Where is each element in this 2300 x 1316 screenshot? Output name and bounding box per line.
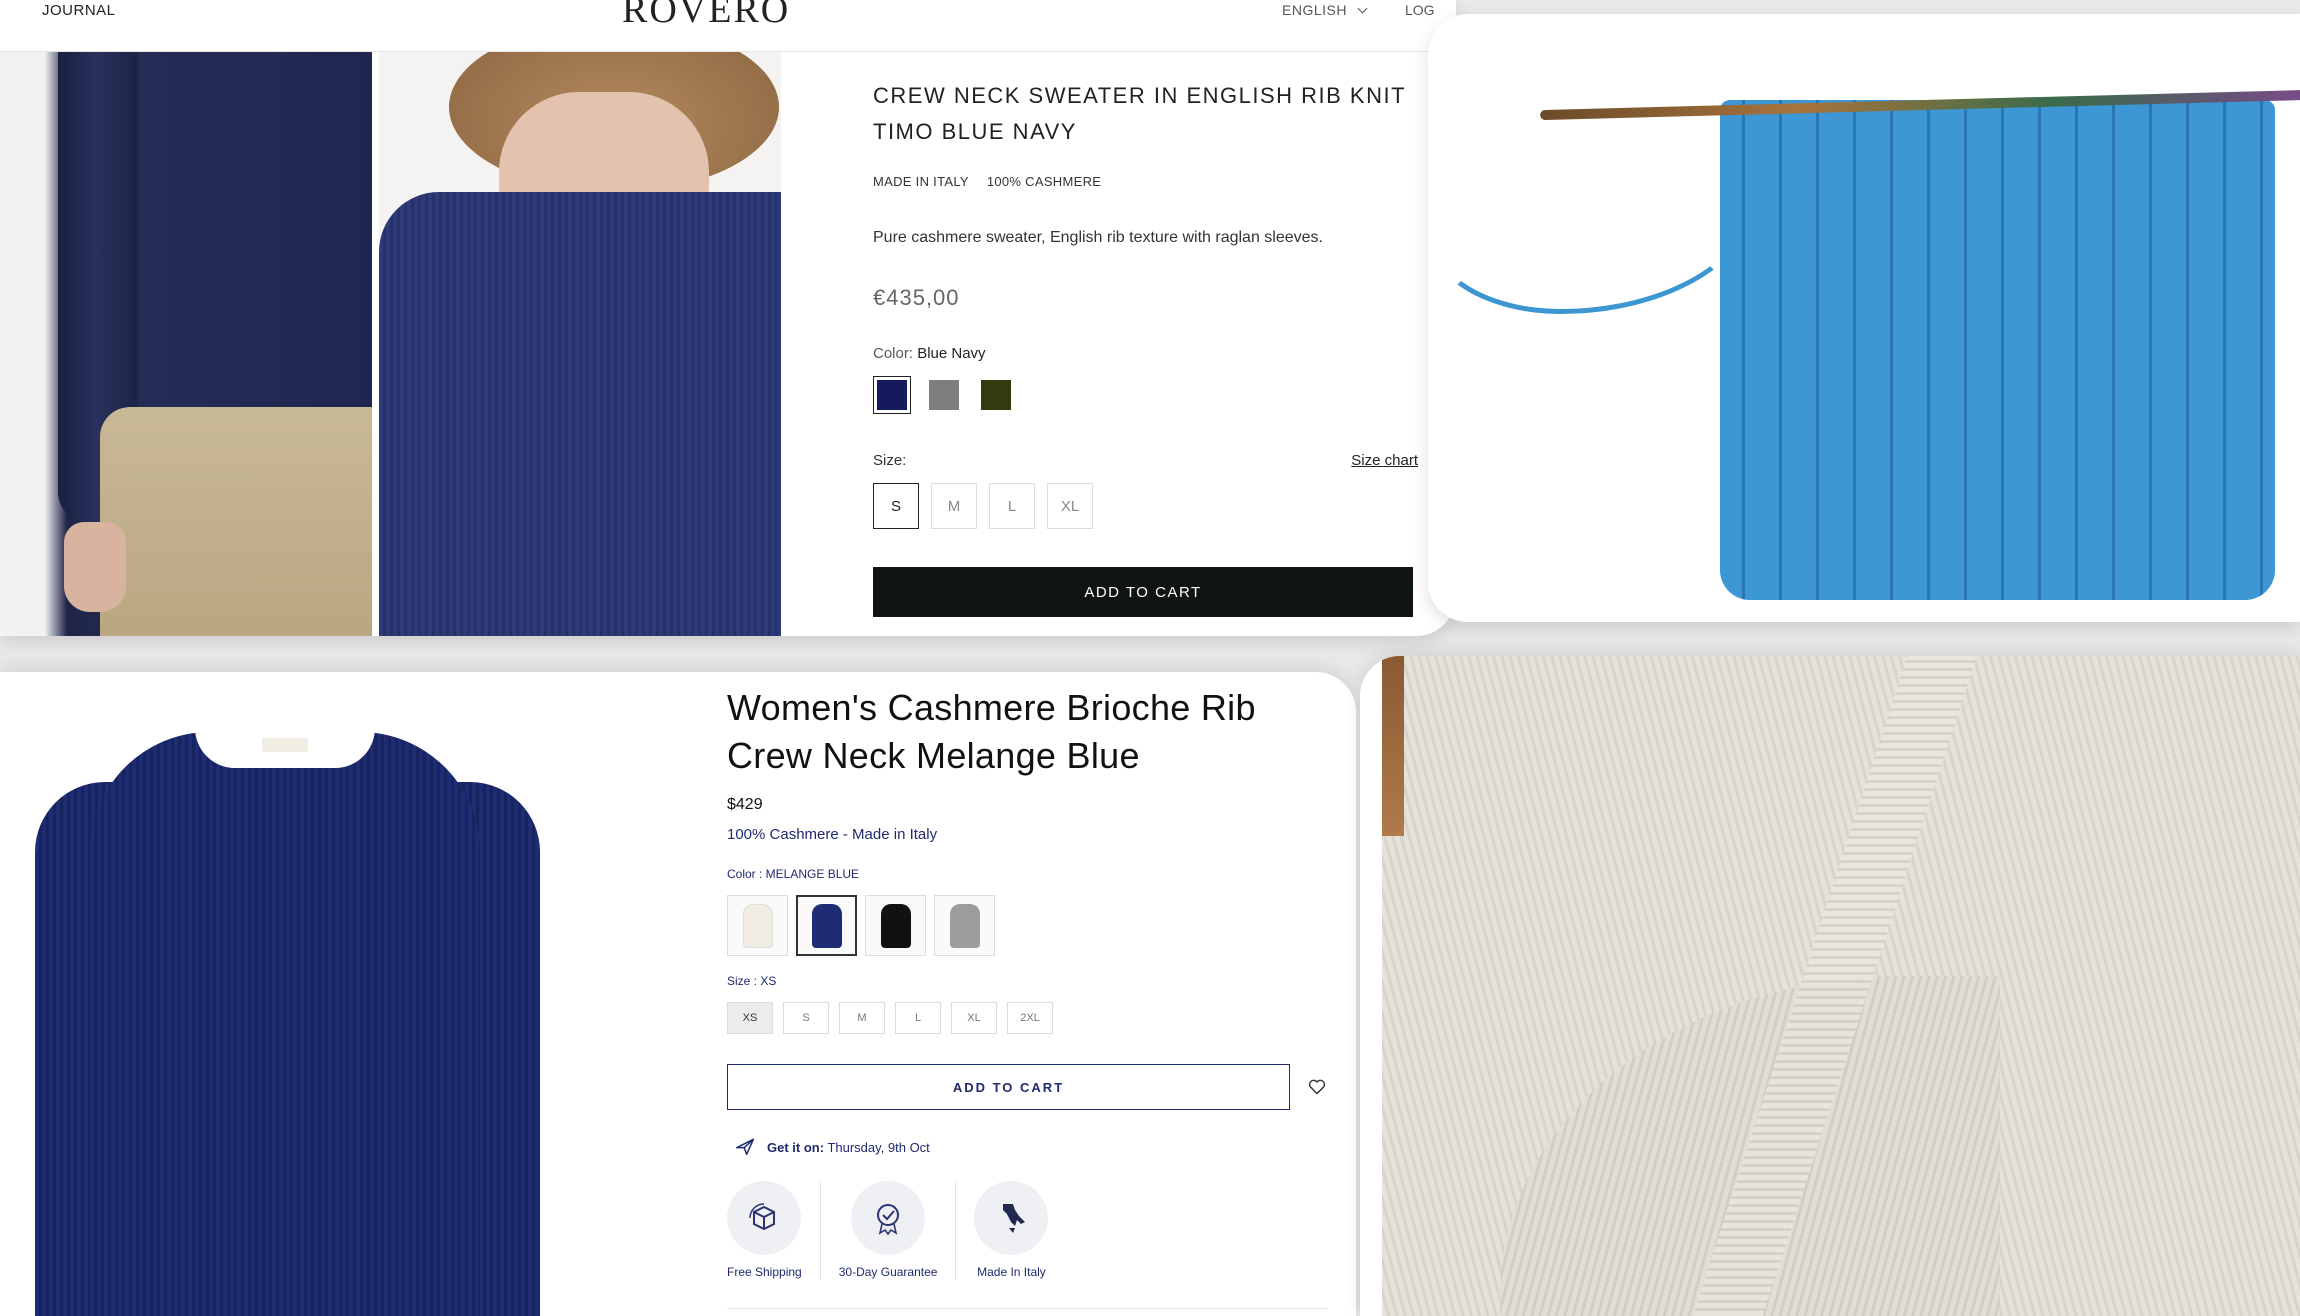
product-price: €435,00 [873, 285, 960, 310]
thumb-grey-sweater [949, 903, 980, 948]
size-l-button[interactable]: L [989, 483, 1035, 529]
brand-logo[interactable]: ROVERO [622, 0, 790, 32]
add-to-cart-button[interactable]: ADD TO CART [727, 1064, 1290, 1110]
swatch-grey[interactable] [925, 376, 963, 414]
color-thumbnails [727, 895, 1327, 956]
photo-hair [1382, 656, 1404, 836]
product-info: CREW NECK SWEATER IN ENGLISH RIB KNIT TI… [873, 78, 1418, 617]
product-photo-torso[interactable] [0, 52, 372, 636]
swatch-olive[interactable] [977, 376, 1015, 414]
size-m-button[interactable]: M [839, 1002, 885, 1034]
swatch-grey-fill [929, 380, 959, 410]
size-xs-button[interactable]: XS [727, 1002, 773, 1034]
photo-sweater [379, 192, 781, 636]
language-selector[interactable]: ENGLISH [1282, 2, 1368, 18]
cart-row: ADD TO CART [727, 1064, 1327, 1110]
badge-made-in-italy: Made In Italy [955, 1181, 1066, 1279]
airplane-icon [735, 1136, 755, 1159]
size-2xl-button[interactable]: 2XL [1007, 1002, 1053, 1034]
badge-label: Free Shipping [727, 1265, 802, 1279]
size-xl-button[interactable]: XL [951, 1002, 997, 1034]
product-subtitle: 100% Cashmere - Made in Italy [727, 826, 938, 843]
size-options: XS S M L XL 2XL [727, 1002, 1327, 1034]
language-label: ENGLISH [1282, 2, 1347, 18]
login-link[interactable]: LOG [1405, 2, 1435, 18]
italy-map-icon [974, 1181, 1049, 1255]
tag-cashmere: 100% CASHMERE [986, 174, 1102, 189]
photo-pants [100, 407, 372, 636]
photo-sweater-body [90, 732, 480, 1316]
brioche-product-card: Women's Cashmere Brioche Rib Crew Neck M… [0, 672, 1356, 1316]
site-header: JOURNAL ROVERO ENGLISH LOG [0, 0, 1456, 52]
product-title-line1: CREW NECK SWEATER IN ENGLISH RIB KNIT [873, 83, 1407, 108]
swatch-navy[interactable] [873, 376, 911, 414]
delivery-date: Thursday, 9th Oct [827, 1140, 930, 1155]
product-photo-model[interactable] [379, 52, 781, 636]
thumb-grey[interactable] [934, 895, 995, 956]
badge-free-shipping: Free Shipping [727, 1181, 820, 1279]
color-value: Blue Navy [917, 345, 986, 362]
badge-label: 30-Day Guarantee [838, 1265, 938, 1279]
product-tags: MADE IN ITALY 100% CASHMERE [873, 174, 1418, 189]
color-label: Color: Blue Navy [873, 345, 1418, 362]
nav-journal-link[interactable]: JOURNAL [42, 2, 116, 19]
delivery-text: Get it on: Thursday, 9th Oct [767, 1140, 930, 1155]
thumb-ivory[interactable] [727, 895, 788, 956]
product-price: $429 [727, 796, 763, 813]
color-label-text: Color: [873, 345, 914, 362]
size-s-button[interactable]: S [783, 1002, 829, 1034]
knit-rib-swatch [1720, 100, 2275, 600]
delivery-label: Get it on: [767, 1140, 825, 1155]
size-chart-link[interactable]: Size chart [1351, 452, 1418, 469]
product-title-line2: TIMO BLUE NAVY [873, 119, 1077, 144]
heart-icon[interactable] [1308, 1077, 1327, 1097]
divider [727, 1308, 1327, 1309]
product-title: CREW NECK SWEATER IN ENGLISH RIB KNIT TI… [873, 78, 1418, 150]
swatch-olive-fill [981, 380, 1011, 410]
color-swatches [873, 376, 1418, 414]
delivery-estimate: Get it on: Thursday, 9th Oct [727, 1136, 1327, 1159]
chevron-down-icon [1357, 3, 1368, 14]
product-description: Pure cashmere sweater, English rib textu… [873, 229, 1323, 246]
size-label: Size: [873, 452, 907, 469]
thumb-melange-blue[interactable] [796, 895, 857, 956]
color-label: Color : MELANGE BLUE [727, 867, 860, 881]
thumb-black[interactable] [865, 895, 926, 956]
badge-guarantee: 30-Day Guarantee [819, 1181, 956, 1279]
size-s-button[interactable]: S [873, 483, 919, 529]
photo-hand [64, 522, 126, 612]
thumb-ivory-sweater [742, 903, 773, 948]
tag-made-in-italy: MADE IN ITALY [873, 174, 969, 189]
thumb-blue-sweater [811, 903, 842, 948]
photo-neck-label [262, 738, 308, 752]
size-row: Size: Size chart [873, 452, 1418, 469]
size-l-button[interactable]: L [895, 1002, 941, 1034]
yarn-strand [1428, 114, 1758, 314]
size-m-button[interactable]: M [931, 483, 977, 529]
size-options: S M L XL [873, 483, 1418, 529]
knit-swatch-card [1428, 14, 2300, 622]
cream-knit-card [1360, 656, 2300, 1316]
rovero-product-card: JOURNAL ROVERO ENGLISH LOG CREW NECK SWE… [0, 0, 1456, 636]
box-icon [727, 1181, 802, 1255]
size-xl-button[interactable]: XL [1047, 483, 1093, 529]
size-label: Size : XS [727, 974, 777, 988]
add-to-cart-button[interactable]: ADD TO CART [873, 567, 1413, 617]
product-photo-sweater[interactable] [30, 712, 540, 1316]
trust-badges: Free Shipping 30-Day Guarantee Made In I… [727, 1181, 1327, 1279]
swatch-navy-fill [877, 380, 907, 410]
product-info: Women's Cashmere Brioche Rib Crew Neck M… [727, 684, 1327, 1279]
product-title: Women's Cashmere Brioche Rib Crew Neck M… [727, 687, 1256, 776]
badge-label: Made In Italy [977, 1265, 1046, 1279]
seal-check-icon [851, 1181, 926, 1255]
thumb-black-sweater [880, 903, 911, 948]
